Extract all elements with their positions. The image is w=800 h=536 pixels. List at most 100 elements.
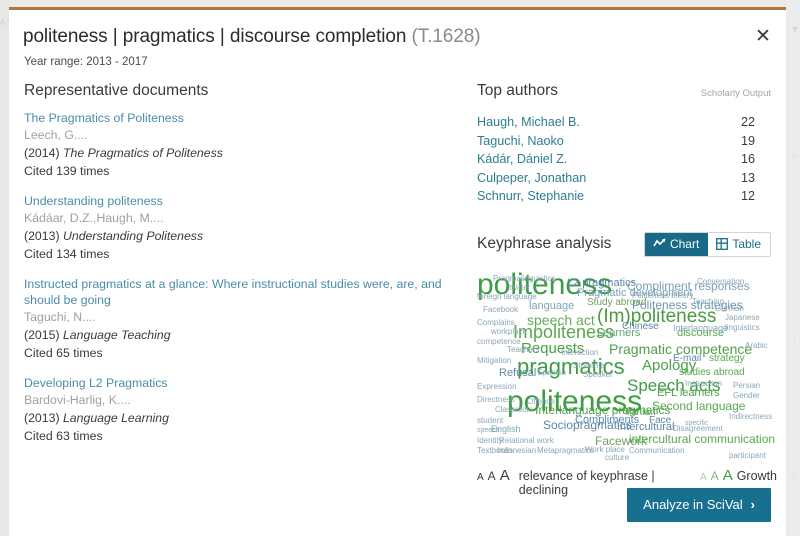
keyphrase-word-cloud[interactable]: politeness pragmatics (Im)politeness Impoli…: [477, 269, 777, 461]
keyphrase-word[interactable]: Arabic: [745, 341, 768, 350]
keyphrase-word[interactable]: Facebook: [483, 305, 518, 314]
tab-table-label: Table: [732, 236, 761, 251]
keyphrase-word[interactable]: Chinese: [622, 321, 659, 332]
keyphrase-word[interactable]: Metapragmatics: [537, 446, 594, 455]
tab-table-view[interactable]: Table: [708, 232, 770, 256]
keyphrase-word[interactable]: studies abroad: [679, 367, 745, 378]
table-row: Haugh, Michael B. 22: [477, 113, 777, 132]
top-authors-heading: Top authors: [477, 82, 558, 99]
keyphrase-word[interactable]: Complains: [477, 318, 515, 327]
keyphrase-view-toggle: Chart Table: [643, 231, 771, 257]
legend-size-medium: A: [487, 469, 496, 483]
keyphrase-word[interactable]: Conversation: [697, 277, 744, 286]
keyphrase-word[interactable]: E-mail: [673, 353, 701, 364]
page-title: politeness | pragmatics | discourse comp…: [23, 26, 481, 48]
document-citation-count: Cited 65 times: [24, 346, 103, 360]
document-authors: Leech, G....: [24, 128, 88, 142]
keyphrase-word[interactable]: student: [477, 416, 503, 425]
keyphrase-word[interactable]: foreign language: [477, 292, 537, 301]
document-list: The Pragmatics of Politeness Leech, G....…: [24, 110, 464, 445]
chevron-down-icon: ▾: [791, 22, 798, 36]
analyze-in-scival-button[interactable]: Analyze in SciVal ›: [627, 488, 771, 522]
top-authors-header: Top authors Scholarly Output: [477, 82, 777, 106]
author-scholarly-output: 16: [740, 152, 755, 166]
table-row: Schnurr, Stephanie 12: [477, 187, 777, 206]
author-name-link[interactable]: Schnurr, Stephanie: [477, 187, 584, 206]
keyphrase-word[interactable]: Refusal: [499, 367, 536, 379]
keyphrase-word[interactable]: strategy: [709, 353, 745, 364]
keyphrase-word[interactable]: Relational work: [499, 436, 554, 445]
keyphrase-word[interactable]: Classroom: [495, 405, 533, 414]
document-citation-count: Cited 139 times: [24, 164, 110, 178]
document-title-link[interactable]: Developing L2 Pragmatics: [24, 375, 464, 391]
author-scholarly-output: 13: [740, 170, 755, 185]
keyphrase-word[interactable]: Speaker: [583, 370, 613, 379]
keyphrase-word[interactable]: Spanish: [537, 368, 566, 377]
keyphrase-word[interactable]: Communication: [629, 446, 685, 455]
background-gutter: [0, 0, 9, 536]
close-icon[interactable]: ✕: [750, 23, 776, 49]
table-row: Kádár, Dániel Z. 16: [477, 150, 777, 169]
legend-growth-medium: A: [710, 469, 719, 483]
keyphrase-word[interactable]: specific: [685, 420, 708, 427]
keyphrase-word[interactable]: German: [715, 304, 744, 313]
list-item: The Pragmatics of Politeness Leech, G....…: [24, 110, 464, 180]
keyphrase-header: Keyphrase analysis Chart Table: [477, 231, 777, 262]
keyphrase-word[interactable]: EFL learners: [657, 387, 720, 399]
keyphrase-word[interactable]: speech act: [527, 313, 595, 327]
keyphrase-word[interactable]: Politeness theory: [632, 291, 693, 300]
right-column: Top authors Scholarly Output Haugh, Mich…: [477, 82, 777, 497]
document-title-link[interactable]: The Pragmatics of Politeness: [24, 110, 464, 126]
document-authors: Kádáar, D.Z.,Haugh, M....: [24, 211, 164, 225]
keyphrase-word[interactable]: Expression: [477, 382, 517, 391]
keyphrase-word[interactable]: Offence: [527, 397, 555, 406]
keyphrase-word[interactable]: participant: [729, 451, 766, 460]
table-icon: [716, 237, 729, 250]
author-name-link[interactable]: Taguchi, Naoko: [477, 132, 564, 151]
keyphrase-word[interactable]: intercultural communication: [629, 433, 775, 445]
author-name-link[interactable]: Haugh, Michael B.: [477, 113, 580, 132]
document-citation-count: Cited 134 times: [24, 247, 110, 261]
keyphrase-word[interactable]: Face: [649, 415, 671, 426]
keyphrase-word[interactable]: competence: [477, 337, 521, 346]
topic-detail-modal: ✕ politeness | pragmatics | discourse co…: [9, 7, 786, 536]
keyphrase-word[interactable]: Textbooks: [477, 446, 513, 455]
author-name-link[interactable]: Culpeper, Jonathan: [477, 169, 586, 188]
keyphrase-word[interactable]: Second language: [652, 400, 745, 412]
document-source: (2014) The Pragmatics of Politeness: [24, 146, 223, 160]
keyphrase-word[interactable]: language: [529, 300, 574, 312]
keyphrase-word[interactable]: Persian: [733, 381, 760, 390]
document-title-link[interactable]: Instructed pragmatics at a glance: Where…: [24, 276, 464, 308]
keyphrase-word[interactable]: Instruction: [685, 379, 722, 388]
keyphrase-word[interactable]: twitter: [509, 283, 530, 292]
keyphrase-word[interactable]: speech: [477, 427, 500, 434]
keyphrase-word[interactable]: Pragmalinguistics: [493, 274, 556, 283]
keyphrase-word[interactable]: Japanese: [725, 313, 760, 322]
keyphrase-word[interactable]: Directness: [477, 395, 515, 404]
keyphrase-word[interactable]: L2 pragmatics: [567, 277, 636, 289]
keyphrase-word[interactable]: Interlanguage: [673, 323, 728, 333]
keyphrase-word[interactable]: Mitigation: [477, 356, 511, 365]
keyphrase-word[interactable]: Teachers: [507, 345, 539, 354]
keyphrase-word[interactable]: culture: [605, 453, 629, 462]
tab-chart-view[interactable]: Chart: [644, 232, 709, 256]
chevron-right-icon: ›: [750, 497, 755, 512]
keyphrase-word[interactable]: Gender: [733, 391, 760, 400]
document-citation-count: Cited 63 times: [24, 429, 103, 443]
keyphrase-word[interactable]: workplace: [491, 327, 527, 336]
tab-chart-label: Chart: [669, 236, 700, 251]
keyphrase-word[interactable]: Interaction: [561, 348, 598, 357]
legend-growth-large: A: [722, 467, 733, 484]
legend-growth-small: A: [700, 472, 707, 483]
keyphrase-word[interactable]: Identity: [477, 436, 503, 445]
keyphrase-analysis-heading: Keyphrase analysis: [477, 234, 612, 252]
legend-size-small: A: [477, 472, 484, 483]
keyphrase-word[interactable]: linguistics: [725, 323, 760, 332]
keyphrase-word[interactable]: Students: [573, 361, 605, 370]
author-name-link[interactable]: Kádár, Dániel Z.: [477, 150, 567, 169]
keyphrase-word[interactable]: Indirectness: [729, 412, 772, 421]
document-title-link[interactable]: Understanding politeness: [24, 193, 464, 209]
analyze-in-scival-label: Analyze in SciVal: [643, 497, 743, 512]
top-authors-list: Haugh, Michael B. 22 Taguchi, Naoko 19 Kádár…: [477, 113, 777, 206]
ghost-letter-f: f: [793, 333, 796, 343]
